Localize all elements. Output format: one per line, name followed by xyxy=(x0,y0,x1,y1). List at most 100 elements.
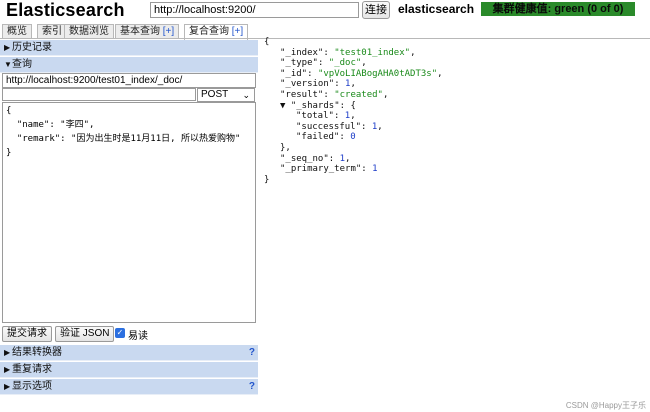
cluster-health-badge: 集群健康值: green (0 of 0) xyxy=(481,2,635,16)
json-punct: : { xyxy=(339,100,356,111)
json-key: "result" xyxy=(280,89,324,100)
json-punct: , xyxy=(350,111,356,122)
request-body-textarea[interactable]: { "name": "李四", "remark": "因为出生时是11月11日,… xyxy=(2,102,256,323)
json-key: "_seq_no" xyxy=(280,153,329,164)
repeat-label: 重复请求 xyxy=(12,364,52,375)
json-punct: , xyxy=(377,121,383,132)
response-line: "result": "created", xyxy=(264,90,644,101)
top-bar: Elasticsearch 连接 elasticsearch 集群健康值: gr… xyxy=(0,0,650,22)
json-string: "test01_index" xyxy=(334,47,411,58)
triangle-right-icon: ▶ xyxy=(4,382,11,391)
response-line: "_index": "test01_index", xyxy=(264,48,644,59)
response-line: "_seq_no": 1, xyxy=(264,154,644,165)
json-punct: : xyxy=(361,121,372,132)
json-punct: , xyxy=(345,153,351,164)
json-punct: : xyxy=(361,164,373,175)
watermark: CSDN @Happy王子乐 xyxy=(565,401,646,410)
response-line: "_type": "_doc", xyxy=(264,58,644,69)
json-number: 1 xyxy=(372,164,378,175)
json-punct: : xyxy=(317,58,329,69)
response-line: }, xyxy=(264,143,644,154)
response-line: "failed": 0 xyxy=(264,132,644,143)
transformer-label: 结果转换器 xyxy=(12,347,62,358)
json-string: "vpVoLIABogAHA0tADT3s" xyxy=(317,68,438,79)
transformer-section[interactable]: ▶ 结果转换器 ? xyxy=(0,345,258,361)
pretty-label: 易读 xyxy=(128,331,148,342)
json-punct: , xyxy=(410,47,416,58)
response-json-viewer: {"_index": "test01_index", "_type": "_doc… xyxy=(264,37,644,197)
json-key: "total" xyxy=(296,111,334,122)
json-punct: : xyxy=(339,132,351,143)
tab-indices[interactable]: 索引 xyxy=(37,24,67,39)
json-key: "_index" xyxy=(280,47,324,58)
app-logo: Elasticsearch xyxy=(6,0,125,20)
json-key: "_type" xyxy=(280,58,318,69)
triangle-right-icon: ▶ xyxy=(4,348,11,357)
repeat-section[interactable]: ▶ 重复请求 xyxy=(0,362,258,378)
response-line: "_id": "vpVoLIABogAHA0tADT3s", xyxy=(264,69,644,80)
response-line: ▼ "_shards": { xyxy=(264,101,644,112)
tab-browser[interactable]: 数据浏览 xyxy=(64,24,114,39)
cluster-url-input[interactable] xyxy=(150,2,359,18)
query-url-input[interactable] xyxy=(2,73,256,88)
tab-label: 索引 xyxy=(42,26,62,37)
json-punct: : xyxy=(333,111,345,122)
validate-json-button[interactable]: 验证 JSON xyxy=(55,326,115,342)
method-select[interactable]: POST ⌄ xyxy=(197,88,255,102)
json-punct: : xyxy=(323,47,335,58)
tab-label: 基本查询 xyxy=(120,26,160,37)
json-key: "successful" xyxy=(296,121,362,132)
json-key: "_id" xyxy=(280,68,308,79)
json-punct: : xyxy=(328,153,340,164)
json-string: "_doc" xyxy=(328,58,362,69)
help-icon[interactable]: ? xyxy=(249,345,255,361)
response-line: "_version": 1, xyxy=(264,79,644,90)
json-punct: { xyxy=(264,37,270,47)
history-label: 历史记录 xyxy=(12,42,52,53)
json-number: 0 xyxy=(350,132,356,143)
method-value: POST xyxy=(201,89,229,100)
json-punct: }, xyxy=(280,142,291,153)
json-key: "_version" xyxy=(280,79,335,90)
json-punct: : xyxy=(307,68,318,79)
submit-request-button[interactable]: 提交请求 xyxy=(2,326,52,342)
tab-label: 概览 xyxy=(7,26,27,37)
help-icon[interactable]: ? xyxy=(249,379,255,395)
cluster-name: elasticsearch xyxy=(398,2,475,16)
connect-button[interactable]: 连接 xyxy=(362,1,390,19)
json-key: "_shards" xyxy=(290,100,340,111)
json-punct: ▼ xyxy=(280,100,291,111)
display-options-section[interactable]: ▶ 显示选项 ? xyxy=(0,379,258,395)
triangle-down-icon: ▼ xyxy=(4,60,12,69)
query-section[interactable]: ▼查询 xyxy=(0,57,258,73)
json-punct: , xyxy=(350,79,356,90)
json-punct: , xyxy=(437,68,443,79)
tab-plus[interactable]: [+] xyxy=(163,26,174,37)
json-string: "created" xyxy=(334,89,383,100)
tab-label: 数据浏览 xyxy=(69,26,109,37)
history-section[interactable]: ▶ 历史记录 xyxy=(0,40,258,56)
query-label: 查询 xyxy=(12,59,32,70)
json-key: "_primary_term" xyxy=(280,164,362,175)
triangle-right-icon: ▶ xyxy=(4,43,11,52)
tab-plus[interactable]: [+] xyxy=(232,26,243,37)
response-line: "total": 1, xyxy=(264,111,644,122)
tab-overview[interactable]: 概览 xyxy=(2,24,32,39)
query-path-input[interactable] xyxy=(2,88,196,101)
json-key: "failed" xyxy=(296,132,340,143)
triangle-right-icon: ▶ xyxy=(4,365,11,374)
query-panel: ▶历史记录 ▼查询 POST ⌄ { "name": "李四", "remark… xyxy=(0,39,260,399)
json-punct: : xyxy=(334,79,346,90)
json-punct: , xyxy=(361,58,367,69)
json-punct: } xyxy=(264,174,270,185)
pretty-checkbox[interactable]: ✓ xyxy=(115,328,125,338)
display-options-label: 显示选项 xyxy=(12,381,52,392)
response-line: "successful": 1, xyxy=(264,122,644,133)
response-line: "_primary_term": 1 xyxy=(264,164,644,175)
response-line: } xyxy=(264,175,644,186)
tab-label: 复合查询 xyxy=(189,26,229,37)
tab-basic-query[interactable]: 基本查询 [+] xyxy=(115,24,180,39)
chevron-down-icon: ⌄ xyxy=(242,90,250,100)
json-punct: , xyxy=(382,89,389,100)
json-punct: : xyxy=(323,89,335,100)
